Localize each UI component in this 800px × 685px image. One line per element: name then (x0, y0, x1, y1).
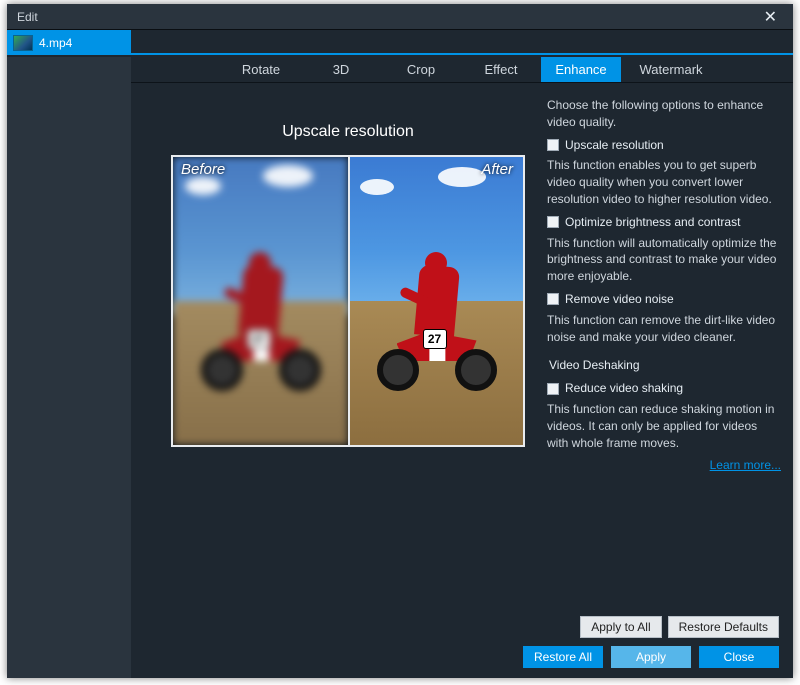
checkbox-upscale[interactable]: Upscale resolution (547, 137, 781, 154)
checkbox-label: Optimize brightness and contrast (565, 214, 740, 231)
close-icon[interactable]: ✕ (758, 7, 783, 27)
brightness-desc: This function will automatically optimiz… (547, 235, 781, 285)
edit-window: Edit ✕ 4.mp4 Rotate 3D Crop Effect Enhan… (7, 4, 793, 678)
checkbox-noise[interactable]: Remove video noise (547, 291, 781, 308)
before-label: Before (181, 161, 225, 178)
edit-tabs: Rotate 3D Crop Effect Enhance Watermark (131, 57, 793, 83)
preview-frame: 27 Before (171, 155, 525, 447)
deshake-desc: This function can reduce shaking motion … (547, 401, 781, 451)
checkbox-brightness[interactable]: Optimize brightness and contrast (547, 214, 781, 231)
bike-number: 27 (423, 329, 447, 349)
after-label: After (481, 161, 513, 178)
apply-button[interactable]: Apply (611, 646, 691, 668)
checkbox-box-icon (547, 293, 559, 305)
learn-more-link[interactable]: Learn more... (547, 457, 781, 474)
checkbox-deshake[interactable]: Reduce video shaking (547, 380, 781, 397)
tab-rotate[interactable]: Rotate (221, 57, 301, 82)
bike-number: 27 (247, 329, 271, 349)
checkbox-box-icon (547, 139, 559, 151)
options-panel: Choose the following options to enhance … (547, 97, 781, 474)
tab-crop[interactable]: Crop (381, 57, 461, 82)
preview-after: 27 After (348, 157, 523, 445)
tab-enhance[interactable]: Enhance (541, 57, 621, 82)
content-area: Upscale resolution 27 (131, 83, 793, 678)
preview-area: Upscale resolution 27 (171, 123, 525, 447)
deshake-heading: Video Deshaking (549, 357, 781, 374)
apply-to-all-button[interactable]: Apply to All (580, 616, 661, 638)
defaults-button-row: Apply to All Restore Defaults (580, 616, 779, 638)
tab-3d[interactable]: 3D (301, 57, 381, 82)
action-button-row: Restore All Apply Close (523, 646, 779, 668)
noise-desc: This function can remove the dirt-like v… (547, 312, 781, 346)
preview-title: Upscale resolution (171, 123, 525, 141)
restore-defaults-button[interactable]: Restore Defaults (668, 616, 779, 638)
file-tab-label: 4.mp4 (39, 36, 72, 50)
checkbox-box-icon (547, 216, 559, 228)
options-intro: Choose the following options to enhance … (547, 97, 781, 131)
checkbox-box-icon (547, 383, 559, 395)
sidebar (7, 57, 131, 678)
checkbox-label: Upscale resolution (565, 137, 664, 154)
upscale-desc: This function enables you to get superb … (547, 157, 781, 207)
tab-effect[interactable]: Effect (461, 57, 541, 82)
window-title: Edit (17, 10, 758, 24)
titlebar: Edit ✕ (7, 4, 793, 30)
file-tab[interactable]: 4.mp4 (7, 30, 131, 55)
checkbox-label: Reduce video shaking (565, 380, 683, 397)
checkbox-label: Remove video noise (565, 291, 674, 308)
close-button[interactable]: Close (699, 646, 779, 668)
restore-all-button[interactable]: Restore All (523, 646, 603, 668)
preview-before: 27 Before (173, 157, 348, 445)
tab-watermark[interactable]: Watermark (621, 57, 721, 82)
file-thumbnail-icon (13, 35, 33, 51)
file-tab-strip: 4.mp4 (7, 30, 793, 55)
